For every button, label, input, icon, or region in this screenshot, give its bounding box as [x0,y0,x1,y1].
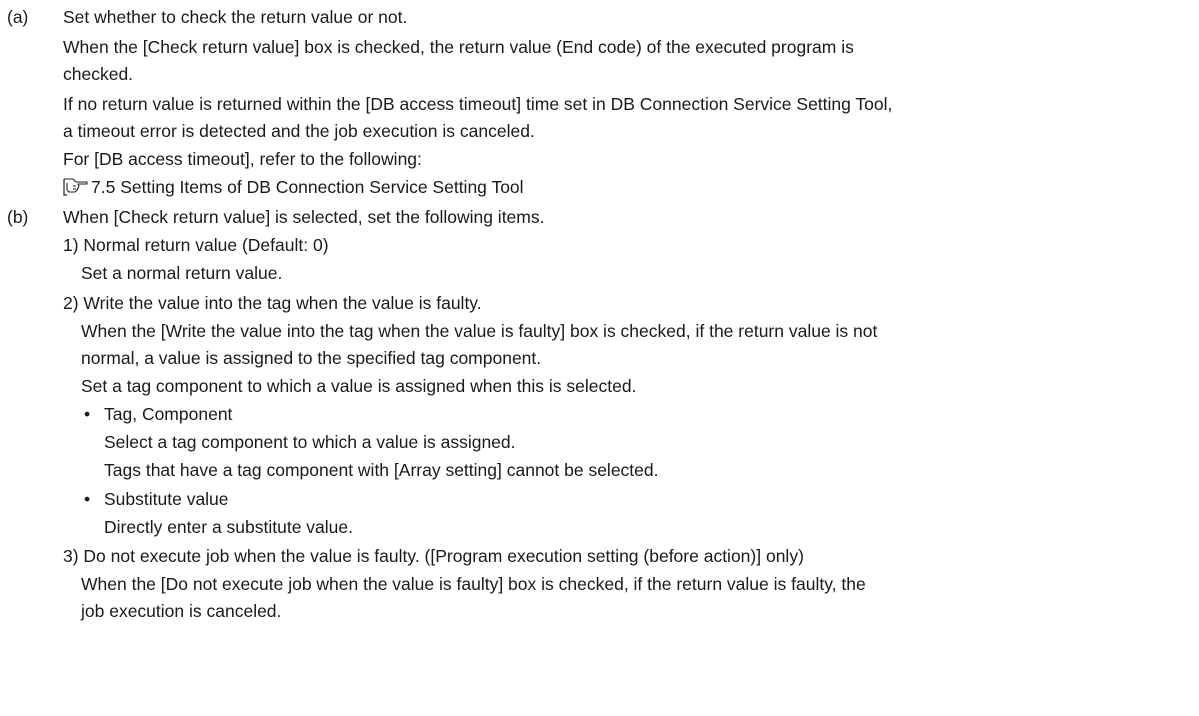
bullet-1-line-1: Select a tag component to which a value … [104,432,516,452]
item-2-description-line-1: When the [Write the value into the tag w… [81,321,878,341]
item-1-title: 1) Normal return value (Default: 0) [63,235,329,255]
item-2-title: 2) Write the value into the tag when the… [63,293,482,313]
section-a-title: Set whether to check the return value or… [63,7,408,27]
section-a-reference-link[interactable]: 7.5 Setting Items of DB Connection Servi… [63,176,524,198]
bullet-1-title: Tag, Component [104,404,233,424]
reference-hand-icon [63,178,88,196]
item-3-title: 3) Do not execute job when the value is … [63,546,804,566]
bullet-1-marker: • [84,404,91,424]
section-b-title: When [Check return value] is selected, s… [63,207,545,227]
item-3-description-line-2: job execution is canceled. [81,601,282,621]
bullet-2-line-1: Directly enter a substitute value. [104,517,354,537]
section-a-marker: (a) [7,7,29,27]
section-b-marker: (b) [7,207,29,227]
section-a-paragraph-1-line-2: checked. [63,64,134,84]
section-a-paragraph-3: For [DB access timeout], refer to the fo… [63,149,422,169]
section-a-paragraph-2-line-2: a timeout error is detected and the job … [63,121,535,141]
section-a-paragraph-1-line-1: When the [Check return value] box is che… [63,37,854,57]
section-a-paragraph-2-line-1: If no return value is returned within th… [63,94,893,114]
section-a-reference-text: 7.5 Setting Items of DB Connection Servi… [91,177,524,197]
item-2-description-line-3: Set a tag component to which a value is … [81,376,637,396]
bullet-1-line-2: Tags that have a tag component with [Arr… [104,460,659,480]
bullet-2-title: Substitute value [104,489,229,509]
bullet-2-marker: • [84,489,91,509]
item-1-description: Set a normal return value. [81,263,283,283]
item-3-description-line-1: When the [Do not execute job when the va… [81,574,866,594]
item-2-description-line-2: normal, a value is assigned to the speci… [81,348,542,368]
